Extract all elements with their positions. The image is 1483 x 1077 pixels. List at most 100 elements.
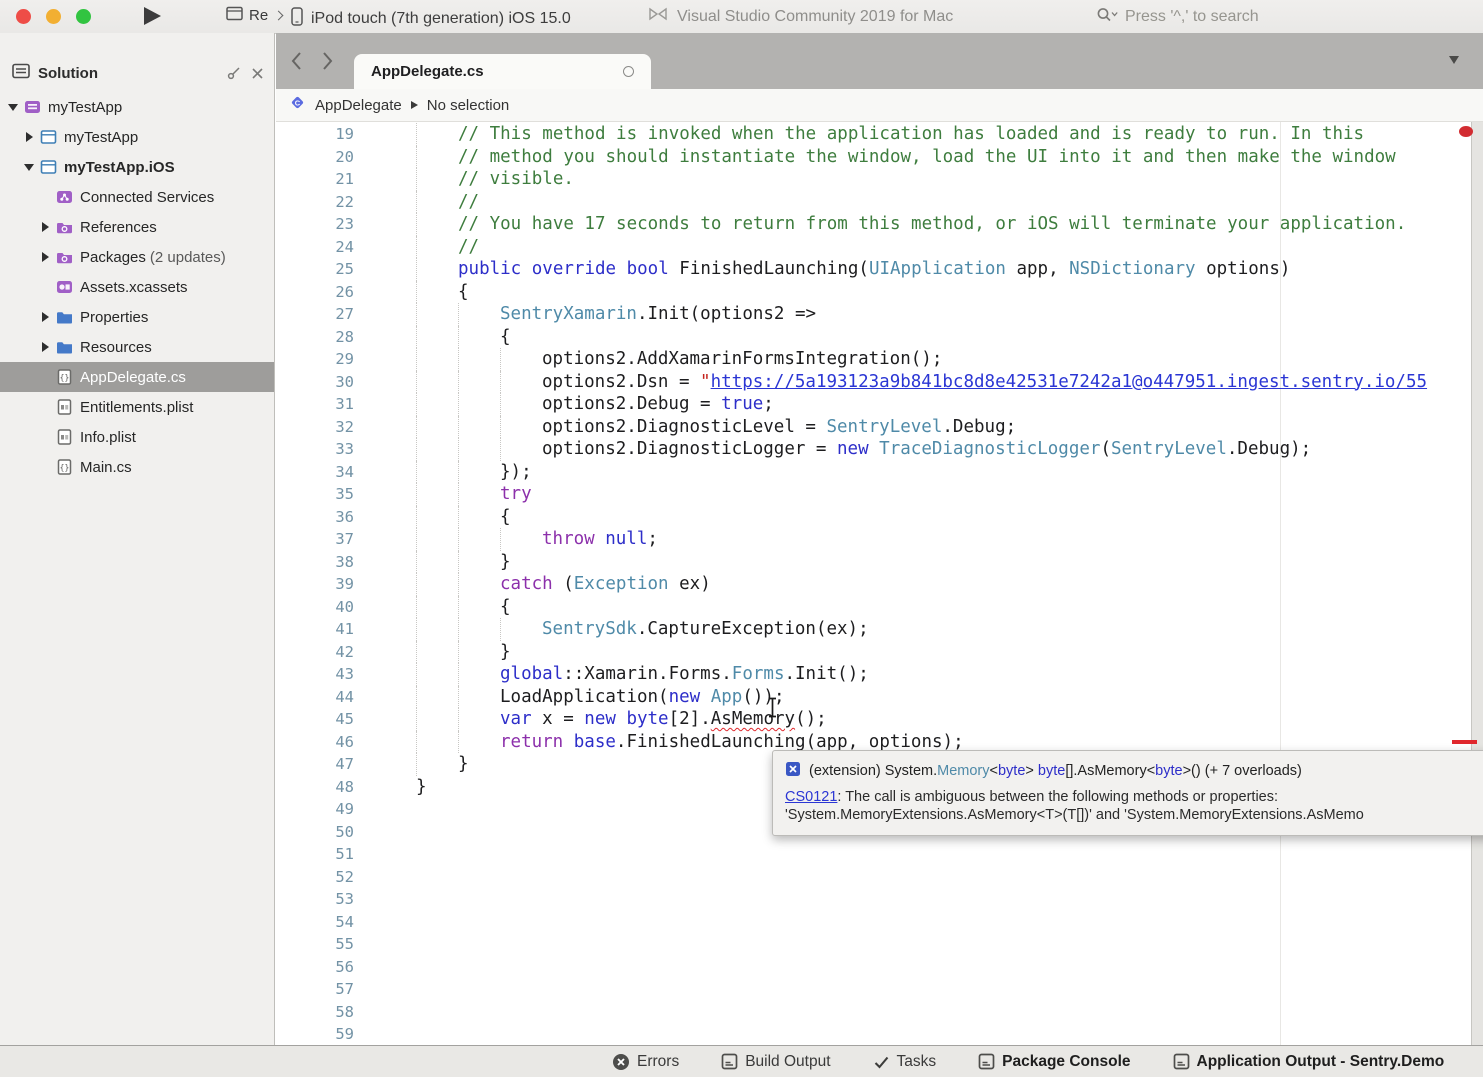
- line-number[interactable]: 34: [276, 461, 354, 484]
- run-configuration-selector[interactable]: Re: [226, 6, 282, 25]
- line-number[interactable]: 43: [276, 663, 354, 686]
- line-number[interactable]: 55: [276, 933, 354, 956]
- tree-item-appdelegate-cs[interactable]: {}AppDelegate.cs: [0, 362, 274, 392]
- tree-item-resources[interactable]: Resources: [0, 332, 274, 362]
- line-number[interactable]: 41: [276, 618, 354, 641]
- chevron-right-icon[interactable]: [38, 341, 53, 353]
- line-number[interactable]: 48: [276, 776, 354, 799]
- code-line-38[interactable]: 38}: [276, 551, 1483, 574]
- code-line-22[interactable]: 22//: [276, 191, 1483, 214]
- tree-item-assets-xcassets[interactable]: Assets.xcassets: [0, 272, 274, 302]
- tree-item-info-plist[interactable]: Info.plist: [0, 422, 274, 452]
- dock-item-build-output[interactable]: Build Output: [721, 1053, 830, 1071]
- code-line-19[interactable]: 19// This method is invoked when the app…: [276, 123, 1483, 146]
- code-line-25[interactable]: 25public override bool FinishedLaunching…: [276, 258, 1483, 281]
- line-number[interactable]: 45: [276, 708, 354, 731]
- code-line-58[interactable]: 58: [276, 1001, 1483, 1024]
- dock-item-package-console[interactable]: Package Console: [978, 1053, 1130, 1071]
- code-line-35[interactable]: 35try: [276, 483, 1483, 506]
- code-line-55[interactable]: 55: [276, 933, 1483, 956]
- line-number[interactable]: 52: [276, 866, 354, 889]
- code-line-30[interactable]: 30options2.Dsn = "https://5a193123a9b841…: [276, 371, 1483, 394]
- close-window-button[interactable]: [16, 9, 31, 24]
- zoom-window-button[interactable]: [76, 9, 91, 24]
- code-line-21[interactable]: 21// visible.: [276, 168, 1483, 191]
- device-selector[interactable]: iPod touch (7th generation) iOS 15.0: [291, 7, 571, 31]
- tree-item-mytestapp[interactable]: myTestApp: [0, 122, 274, 152]
- line-number[interactable]: 49: [276, 798, 354, 821]
- run-button[interactable]: [144, 7, 161, 25]
- line-number[interactable]: 42: [276, 641, 354, 664]
- dock-item-application-output-sentry-demo[interactable]: Application Output - Sentry.Demo: [1173, 1053, 1445, 1071]
- line-number[interactable]: 59: [276, 1023, 354, 1045]
- line-number[interactable]: 27: [276, 303, 354, 326]
- code-line-53[interactable]: 53: [276, 888, 1483, 911]
- code-line-36[interactable]: 36{: [276, 506, 1483, 529]
- line-number[interactable]: 19: [276, 123, 354, 146]
- tree-item-connected-services[interactable]: Connected Services: [0, 182, 274, 212]
- code-line-29[interactable]: 29options2.AddXamarinFormsIntegration();: [276, 348, 1483, 371]
- tree-item-entitlements-plist[interactable]: Entitlements.plist: [0, 392, 274, 422]
- minimize-window-button[interactable]: [46, 9, 61, 24]
- breadcrumb-class[interactable]: AppDelegate: [315, 97, 402, 114]
- code-line-43[interactable]: 43global::Xamarin.Forms.Forms.Init();: [276, 663, 1483, 686]
- line-number[interactable]: 36: [276, 506, 354, 529]
- code-line-56[interactable]: 56: [276, 956, 1483, 979]
- navigate-back-button[interactable]: [288, 49, 304, 78]
- line-number[interactable]: 51: [276, 843, 354, 866]
- error-code-link[interactable]: CS0121: [785, 789, 837, 805]
- code-line-33[interactable]: 33options2.DiagnosticLogger = new TraceD…: [276, 438, 1483, 461]
- line-number[interactable]: 38: [276, 551, 354, 574]
- line-number[interactable]: 57: [276, 978, 354, 1001]
- chevron-down-icon[interactable]: [6, 101, 21, 113]
- tree-item-main-cs[interactable]: {}Main.cs: [0, 452, 274, 482]
- tree-item-packages[interactable]: Packages(2 updates): [0, 242, 274, 272]
- code-line-51[interactable]: 51: [276, 843, 1483, 866]
- code-line-54[interactable]: 54: [276, 911, 1483, 934]
- close-icon[interactable]: [251, 67, 264, 80]
- line-number[interactable]: 33: [276, 438, 354, 461]
- line-number[interactable]: 50: [276, 821, 354, 844]
- tree-item-references[interactable]: References: [0, 212, 274, 242]
- code-line-24[interactable]: 24//: [276, 236, 1483, 259]
- code-line-20[interactable]: 20// method you should instantiate the w…: [276, 146, 1483, 169]
- chevron-right-icon[interactable]: [38, 251, 53, 263]
- pin-icon[interactable]: [226, 66, 241, 81]
- dock-item-errors[interactable]: Errors: [612, 1053, 679, 1071]
- line-number[interactable]: 46: [276, 731, 354, 754]
- line-number[interactable]: 28: [276, 326, 354, 349]
- chevron-right-icon[interactable]: [22, 131, 37, 143]
- code-editor[interactable]: 19// This method is invoked when the app…: [276, 122, 1483, 1045]
- chevron-down-icon[interactable]: [22, 161, 37, 173]
- code-line-34[interactable]: 34});: [276, 461, 1483, 484]
- line-number[interactable]: 37: [276, 528, 354, 551]
- code-line-32[interactable]: 32options2.DiagnosticLevel = SentryLevel…: [276, 416, 1483, 439]
- code-line-45[interactable]: 45var x = new byte[2].AsMemory();: [276, 708, 1483, 731]
- chevron-right-icon[interactable]: [38, 221, 53, 233]
- line-number[interactable]: 31: [276, 393, 354, 416]
- line-number[interactable]: 44: [276, 686, 354, 709]
- code-line-37[interactable]: 37throw null;: [276, 528, 1483, 551]
- code-line-27[interactable]: 27SentryXamarin.Init(options2 =>: [276, 303, 1483, 326]
- tab-appdelegate[interactable]: AppDelegate.cs: [354, 54, 651, 89]
- line-number[interactable]: 47: [276, 753, 354, 776]
- line-number[interactable]: 56: [276, 956, 354, 979]
- code-line-26[interactable]: 26{: [276, 281, 1483, 304]
- tree-item-mytestapp[interactable]: myTestApp: [0, 92, 274, 122]
- line-number[interactable]: 29: [276, 348, 354, 371]
- code-line-42[interactable]: 42}: [276, 641, 1483, 664]
- breadcrumb-member[interactable]: No selection: [427, 97, 510, 114]
- line-number[interactable]: 58: [276, 1001, 354, 1024]
- line-number[interactable]: 32: [276, 416, 354, 439]
- line-number[interactable]: 35: [276, 483, 354, 506]
- code-line-52[interactable]: 52: [276, 866, 1483, 889]
- tree-item-properties[interactable]: Properties: [0, 302, 274, 332]
- code-line-40[interactable]: 40{: [276, 596, 1483, 619]
- line-number[interactable]: 25: [276, 258, 354, 281]
- line-number[interactable]: 20: [276, 146, 354, 169]
- dock-item-tasks[interactable]: Tasks: [873, 1053, 937, 1071]
- line-number[interactable]: 23: [276, 213, 354, 236]
- line-number[interactable]: 39: [276, 573, 354, 596]
- code-line-41[interactable]: 41SentrySdk.CaptureException(ex);: [276, 618, 1483, 641]
- code-line-57[interactable]: 57: [276, 978, 1483, 1001]
